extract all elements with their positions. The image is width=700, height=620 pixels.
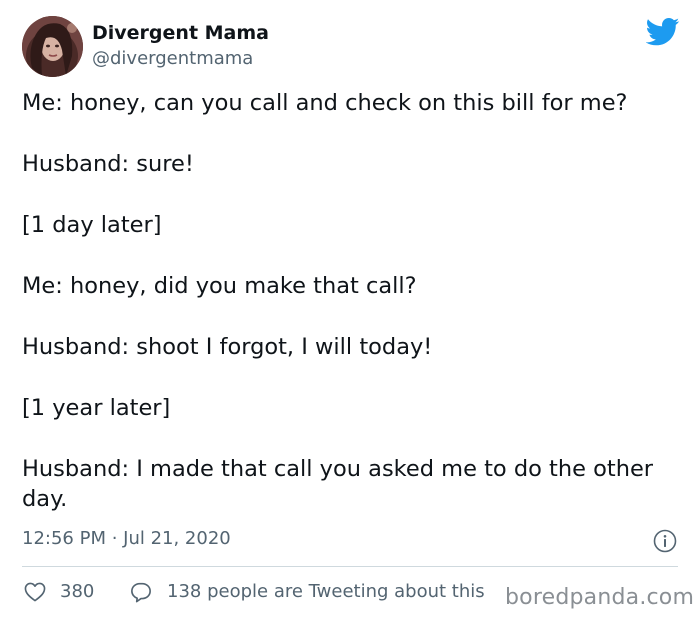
tweet-line: Husband: I made that call you asked me t… [22, 456, 654, 512]
watermark: boredpanda.com [505, 585, 695, 610]
tweet-line: Husband: shoot I forgot, I will today! [22, 334, 433, 360]
divider [22, 566, 678, 567]
tweet-line: Me: honey, did you make that call? [22, 273, 417, 299]
speech-bubble-icon[interactable] [130, 582, 152, 603]
info-icon[interactable] [653, 529, 677, 553]
tweet-text: Me: honey, can you call and check on thi… [22, 88, 682, 514]
tweet-line: Husband: sure! [22, 151, 194, 177]
author-name[interactable]: Divergent Mama [92, 22, 269, 44]
tweet-card: Divergent Mama @divergentmama Me: honey,… [0, 0, 700, 620]
twitter-bird-icon[interactable] [646, 18, 680, 46]
avatar[interactable] [22, 16, 83, 77]
tweet-line: Me: honey, can you call and check on thi… [22, 90, 628, 116]
tweet-line: [1 year later] [22, 395, 171, 421]
tweet-timestamp[interactable]: 12:56 PM · Jul 21, 2020 [22, 528, 231, 549]
tweet-line: [1 day later] [22, 212, 162, 238]
author-handle[interactable]: @divergentmama [92, 48, 253, 69]
like-count[interactable]: 380 [60, 581, 94, 602]
tweeting-about-link[interactable]: 138 people are Tweeting about this [167, 581, 485, 602]
heart-icon[interactable] [24, 582, 46, 602]
